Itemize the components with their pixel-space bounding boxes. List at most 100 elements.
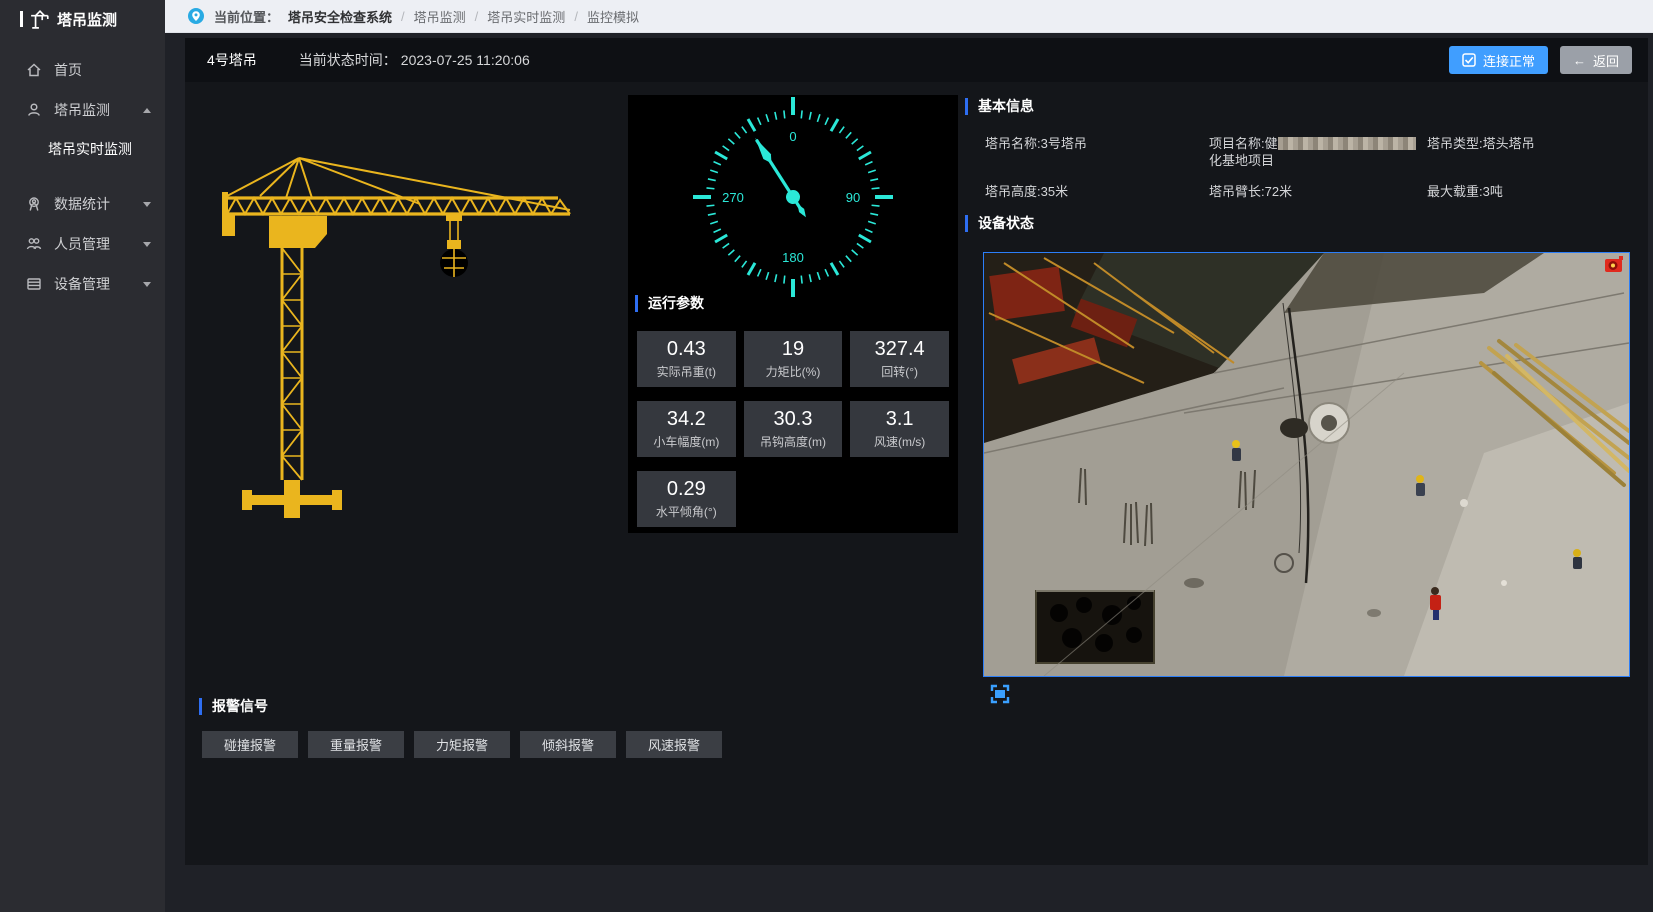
info-cell: 塔吊类型:塔头塔吊	[1427, 135, 1633, 169]
panel-icon	[26, 276, 42, 292]
logo-bar	[20, 11, 23, 27]
breadcrumb-item[interactable]: 塔吊监测	[414, 7, 466, 26]
user-icon	[26, 102, 42, 118]
badge-icon	[26, 196, 42, 212]
info-value: 塔头塔吊	[1483, 136, 1535, 151]
location-icon	[187, 7, 205, 25]
breadcrumb-item[interactable]: 监控模拟	[587, 7, 639, 26]
param-label: 实际吊重(t)	[637, 363, 736, 380]
people-icon	[26, 236, 42, 252]
back-label: 返回	[1593, 51, 1619, 70]
param-card: 19 力矩比(%)	[744, 331, 843, 387]
param-value: 3.1	[850, 408, 949, 430]
breadcrumb-separator: /	[574, 9, 578, 24]
tower-crane-graphic	[220, 150, 580, 530]
crane-logo-icon	[30, 9, 50, 29]
param-card: 0.29 水平倾角(°)	[637, 471, 736, 527]
info-cell: 塔吊名称:3号塔吊	[985, 135, 1209, 169]
sidebar-item-personnel[interactable]: 人员管理	[0, 224, 165, 264]
connect-label: 连接正常	[1483, 51, 1535, 70]
param-label: 力矩比(%)	[744, 363, 843, 380]
gauge-label-270: 270	[722, 190, 744, 205]
sidebar-item-home[interactable]: 首页	[0, 50, 165, 90]
info-value: 72米	[1265, 184, 1292, 199]
windspeed-alarm-button[interactable]: 风速报警	[626, 731, 722, 758]
app-title: 塔吊监测	[57, 9, 117, 30]
param-card: 30.3 吊钩高度(m)	[744, 401, 843, 457]
run-params-title: 运行参数	[635, 295, 704, 312]
sidebar-item-realtime-monitor[interactable]: 塔吊实时监测	[0, 130, 165, 168]
param-label: 吊钩高度(m)	[744, 433, 843, 450]
breadcrumb-item[interactable]: 塔吊实时监测	[487, 7, 565, 26]
chevron-down-icon	[143, 242, 151, 247]
info-cell: 塔吊臂长:72米	[1209, 183, 1427, 200]
sidebar: 塔吊监测 首页 塔吊监测 塔吊实时监测 数据统计 人员管理	[0, 0, 165, 912]
breadcrumb-root[interactable]: 塔吊安全检查系统	[288, 7, 392, 26]
info-cell: 塔吊高度:35米	[985, 183, 1209, 200]
param-label: 风速(m/s)	[850, 433, 949, 450]
gauge-label-180: 180	[782, 250, 804, 265]
breadcrumb: 当前位置： 塔吊安全检查系统 / 塔吊监测 / 塔吊实时监测 / 监控模拟	[165, 0, 1653, 33]
rotation-compass-gauge: 0 90 180 270	[663, 95, 923, 301]
crane-illustration	[220, 150, 580, 535]
param-card: 34.2小车幅度(m)	[637, 401, 736, 457]
checkbox-checked-icon	[1462, 53, 1476, 67]
param-card: 3.1 风速(m/s)	[850, 401, 949, 457]
info-value: 化基地项目	[1209, 152, 1427, 169]
info-cell: 项目名称:健 化基地项目	[1209, 135, 1427, 169]
tilt-alarm-button[interactable]: 倾斜报警	[520, 731, 616, 758]
back-button[interactable]: ← 返回	[1560, 46, 1632, 74]
chevron-down-icon	[143, 282, 151, 287]
weight-alarm-button[interactable]: 重量报警	[308, 731, 404, 758]
info-label: 塔吊高度:	[985, 184, 1041, 199]
back-arrow-icon: ←	[1573, 53, 1586, 68]
sidebar-item-crane-monitor[interactable]: 塔吊监测	[0, 90, 165, 130]
sidebar-item-label: 设备管理	[54, 274, 110, 294]
connection-status-button[interactable]: 连接正常	[1449, 46, 1548, 74]
basic-info-grid: 塔吊名称:3号塔吊 项目名称:健 化基地项目 塔吊类型:塔头塔吊 塔吊高度:35…	[985, 135, 1633, 200]
device-status-title: 设备状态	[965, 215, 1034, 232]
param-value: 327.4	[850, 338, 949, 360]
camera-feed-image	[984, 253, 1629, 676]
info-label: 塔吊类型:	[1427, 136, 1483, 151]
collision-alarm-button[interactable]: 碰撞报警	[202, 731, 298, 758]
gauge-panel: 0 90 180 270 运行参数 0.43实际吊重(t) 19力矩比(%) 3…	[628, 95, 958, 533]
sidebar-menu: 首页 塔吊监测 塔吊实时监测 数据统计 人员管理 设备	[0, 50, 165, 304]
sidebar-item-statistics[interactable]: 数据统计	[0, 184, 165, 224]
alarm-signal-title: 报警信号	[199, 698, 268, 715]
home-icon	[26, 62, 42, 78]
param-card: 327.4回转(°)	[850, 331, 949, 387]
redacted-text	[1278, 137, 1416, 150]
breadcrumb-prefix: 当前位置：	[214, 7, 279, 26]
param-value: 19	[744, 338, 843, 360]
run-params-grid: 0.43实际吊重(t) 19力矩比(%) 327.4回转(°) 34.2小车幅度…	[637, 331, 949, 527]
app-logo: 塔吊监测	[0, 0, 165, 38]
fullscreen-icon[interactable]	[989, 683, 1011, 705]
crane-name: 4号塔吊	[207, 50, 257, 70]
param-label: 水平倾角(°)	[637, 503, 736, 520]
camera-feed	[983, 252, 1630, 677]
status-header: 4号塔吊 当前状态时间： 2023-07-25 11:20:06 连接正常 ← …	[185, 38, 1648, 82]
info-label: 塔吊臂长:	[1209, 184, 1265, 199]
info-label: 塔吊名称:	[985, 136, 1041, 151]
param-value: 30.3	[744, 408, 843, 430]
chevron-up-icon	[143, 108, 151, 113]
gauge-label-90: 90	[846, 190, 860, 205]
param-value: 34.2	[637, 408, 736, 430]
info-value: 健	[1265, 136, 1278, 151]
sidebar-item-label: 塔吊监测	[54, 100, 110, 120]
tower-crane-monitor-page: 塔吊监测 首页 塔吊监测 塔吊实时监测 数据统计 人员管理	[0, 0, 1653, 912]
sidebar-item-label: 塔吊实时监测	[48, 139, 132, 159]
info-label: 最大载重:	[1427, 184, 1483, 199]
sidebar-item-label: 首页	[54, 60, 82, 80]
main-panel: 4号塔吊 当前状态时间： 2023-07-25 11:20:06 连接正常 ← …	[185, 38, 1648, 865]
param-value: 0.29	[637, 478, 736, 500]
info-cell: 最大载重:3吨	[1427, 183, 1633, 200]
status-time-value: 2023-07-25 11:20:06	[401, 52, 530, 68]
sidebar-item-equipment[interactable]: 设备管理	[0, 264, 165, 304]
alarm-buttons: 碰撞报警 重量报警 力矩报警 倾斜报警 风速报警	[202, 731, 722, 758]
moment-alarm-button[interactable]: 力矩报警	[414, 731, 510, 758]
basic-info-title: 基本信息	[965, 98, 1034, 115]
chevron-down-icon	[143, 202, 151, 207]
breadcrumb-separator: /	[401, 9, 405, 24]
